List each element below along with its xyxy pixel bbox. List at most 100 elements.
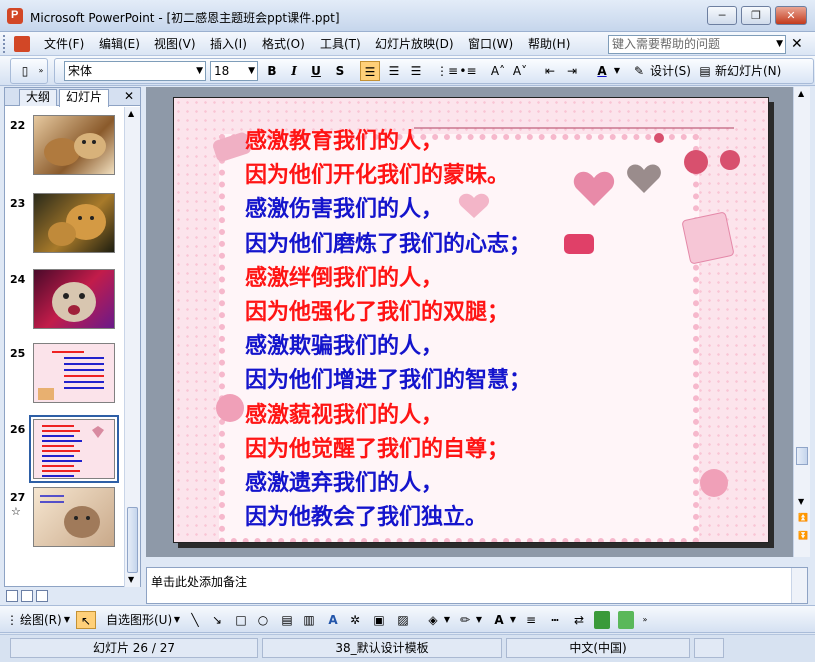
chevron-down-icon[interactable]: ▼ bbox=[196, 62, 203, 80]
slide-position-status: 幻灯片 26 / 27 bbox=[10, 638, 258, 658]
thumbnail-scrollbar[interactable]: ▲ ▼ bbox=[124, 107, 140, 587]
slides-panel: 大纲 幻灯片 ✕ 22 23 24 25 26 27 ☆ ▲ ▼ bbox=[4, 87, 141, 587]
slide-thumbnail-24[interactable] bbox=[33, 269, 115, 329]
numbering-icon[interactable]: ⋮≡ bbox=[436, 61, 458, 81]
slide-thumbnail-25[interactable] bbox=[33, 343, 115, 403]
shadow-style-icon[interactable] bbox=[594, 611, 610, 629]
italic-button[interactable]: I bbox=[284, 61, 304, 81]
chevron-down-icon[interactable]: ▼ bbox=[62, 611, 72, 629]
design-button[interactable]: 设计(S) bbox=[650, 62, 691, 80]
slide-scrollbar[interactable]: ▲ ▼ ⏫ ⏬ bbox=[793, 87, 810, 557]
menu-edit[interactable]: 编辑(E) bbox=[97, 36, 142, 53]
picture-icon[interactable]: ▨ bbox=[394, 611, 412, 629]
font-name-select[interactable]: 宋体 ▼ bbox=[64, 61, 206, 81]
menu-help[interactable]: 帮助(H) bbox=[526, 36, 572, 53]
scroll-down-icon[interactable]: ▼ bbox=[128, 575, 134, 584]
menu-view[interactable]: 视图(V) bbox=[152, 36, 198, 53]
increase-indent-icon[interactable]: ⇥ bbox=[562, 61, 582, 81]
dash-style-icon[interactable]: ┅ bbox=[546, 611, 564, 629]
slideshow-icon[interactable] bbox=[36, 590, 48, 602]
menu-format[interactable]: 格式(O) bbox=[260, 36, 307, 53]
new-file-icon[interactable]: ▯ bbox=[15, 61, 35, 81]
wordart-icon[interactable]: A bbox=[324, 611, 342, 629]
oval-tool-icon[interactable]: ○ bbox=[254, 611, 272, 629]
underline-button[interactable]: U bbox=[306, 61, 326, 81]
bold-button[interactable]: B bbox=[262, 61, 282, 81]
notes-pane[interactable]: 单击此处添加备注 bbox=[146, 567, 808, 604]
restore-button[interactable]: ❐ bbox=[741, 6, 771, 25]
font-size-select[interactable]: 18 ▼ bbox=[210, 61, 258, 81]
next-slide-icon[interactable]: ⏬ bbox=[798, 531, 808, 540]
menu-slideshow[interactable]: 幻灯片放映(D) bbox=[373, 36, 456, 53]
autoshapes-button[interactable]: 自选图形(U) bbox=[106, 611, 172, 629]
chevron-down-icon[interactable]: ▼ bbox=[442, 611, 452, 629]
toolbar-grip[interactable] bbox=[3, 35, 7, 53]
diagram-icon[interactable]: ✲ bbox=[346, 611, 364, 629]
new-slide-button[interactable]: 新幻灯片(N) bbox=[715, 62, 781, 80]
shadow-button[interactable]: S bbox=[330, 61, 350, 81]
draw-menu-button[interactable]: 绘图(R) bbox=[20, 611, 62, 629]
scroll-up-icon[interactable]: ▲ bbox=[128, 109, 134, 118]
slide-thumbnail-22[interactable] bbox=[33, 115, 115, 175]
increase-font-icon[interactable]: A˄ bbox=[488, 61, 508, 81]
document-close-icon[interactable]: ✕ bbox=[791, 36, 803, 52]
font-color-button[interactable]: A bbox=[592, 61, 612, 81]
chevron-down-icon[interactable]: ▼ bbox=[474, 611, 484, 629]
toolbar-grip[interactable]: ⋮ bbox=[6, 611, 18, 629]
tab-outline[interactable]: 大纲 bbox=[19, 89, 58, 106]
menu-insert[interactable]: 插入(I) bbox=[208, 36, 249, 53]
slide-thumbnail-26[interactable] bbox=[29, 415, 119, 483]
scroll-up-icon[interactable]: ▲ bbox=[798, 89, 804, 98]
slide-number: 23 bbox=[10, 197, 26, 210]
chevron-down-icon[interactable]: ▼ bbox=[612, 61, 622, 81]
align-center-icon[interactable]: ☰ bbox=[384, 61, 404, 81]
notes-scrollbar[interactable] bbox=[791, 568, 807, 603]
slide-thumbnail-23[interactable] bbox=[33, 193, 115, 253]
line-style-icon[interactable]: ≡ bbox=[522, 611, 540, 629]
previous-slide-icon[interactable]: ⏫ bbox=[798, 513, 808, 522]
align-right-icon[interactable]: ☰ bbox=[406, 61, 426, 81]
current-slide[interactable]: 感激教育我们的人， 因为他们开化我们的蒙昧。 感激伤害我们的人， 因为他们磨炼了… bbox=[173, 97, 769, 543]
font-color-icon[interactable]: A bbox=[490, 611, 508, 629]
normal-view-icon[interactable] bbox=[6, 590, 18, 602]
align-left-icon[interactable]: ☰ bbox=[360, 61, 380, 81]
slide-sorter-icon[interactable] bbox=[21, 590, 33, 602]
arrow-tool-icon[interactable]: ↘ bbox=[208, 611, 226, 629]
bullets-icon[interactable]: •≡ bbox=[458, 61, 478, 81]
chevron-down-icon[interactable]: ▼ bbox=[776, 36, 783, 53]
textbox-tool-icon[interactable]: ▤ bbox=[278, 611, 296, 629]
fill-color-icon[interactable]: ◈ bbox=[424, 611, 442, 629]
clipart-icon[interactable]: ▣ bbox=[370, 611, 388, 629]
chevron-down-icon[interactable]: ▼ bbox=[508, 611, 518, 629]
slide-text-box[interactable]: 感激教育我们的人， 因为他们开化我们的蒙昧。 感激伤害我们的人， 因为他们磨炼了… bbox=[245, 124, 531, 534]
chevron-down-icon[interactable]: ▼ bbox=[248, 62, 255, 80]
close-button[interactable]: ✕ bbox=[775, 6, 807, 25]
decrease-font-icon[interactable]: A˅ bbox=[510, 61, 530, 81]
line-tool-icon[interactable]: ╲ bbox=[186, 611, 204, 629]
minimize-button[interactable]: ─ bbox=[707, 6, 737, 25]
vertical-textbox-icon[interactable]: ▥ bbox=[300, 611, 318, 629]
panel-close-icon[interactable]: ✕ bbox=[124, 89, 134, 103]
cat-photo-icon bbox=[52, 282, 96, 322]
arrow-style-icon[interactable]: ⇄ bbox=[570, 611, 588, 629]
scroll-down-icon[interactable]: ▼ bbox=[798, 497, 804, 506]
toolbar-options-icon[interactable]: » bbox=[35, 61, 47, 81]
menu-tools[interactable]: 工具(T) bbox=[318, 36, 363, 53]
menu-file[interactable]: 文件(F) bbox=[42, 36, 86, 53]
line-color-icon[interactable]: ✏ bbox=[456, 611, 474, 629]
help-search-input[interactable]: 键入需要帮助的问题 ▼ bbox=[608, 35, 786, 54]
menu-window[interactable]: 窗口(W) bbox=[466, 36, 515, 53]
decrease-indent-icon[interactable]: ⇤ bbox=[540, 61, 560, 81]
tab-slides[interactable]: 幻灯片 bbox=[59, 89, 110, 107]
poem-line: 因为他们开化我们的蒙昧。 bbox=[245, 162, 510, 189]
select-pointer-icon[interactable]: ↖ bbox=[76, 611, 96, 629]
toolbar-options-icon[interactable]: » bbox=[640, 611, 650, 629]
chevron-down-icon[interactable]: ▼ bbox=[172, 611, 182, 629]
3d-style-icon[interactable] bbox=[618, 611, 634, 629]
new-slide-icon: ▤ bbox=[699, 64, 711, 78]
slide-thumbnail-27[interactable] bbox=[33, 487, 115, 547]
scrollbar-thumb[interactable] bbox=[127, 507, 138, 573]
scrollbar-thumb[interactable] bbox=[796, 447, 808, 465]
rectangle-tool-icon[interactable]: □ bbox=[232, 611, 250, 629]
document-icon[interactable] bbox=[14, 36, 30, 52]
